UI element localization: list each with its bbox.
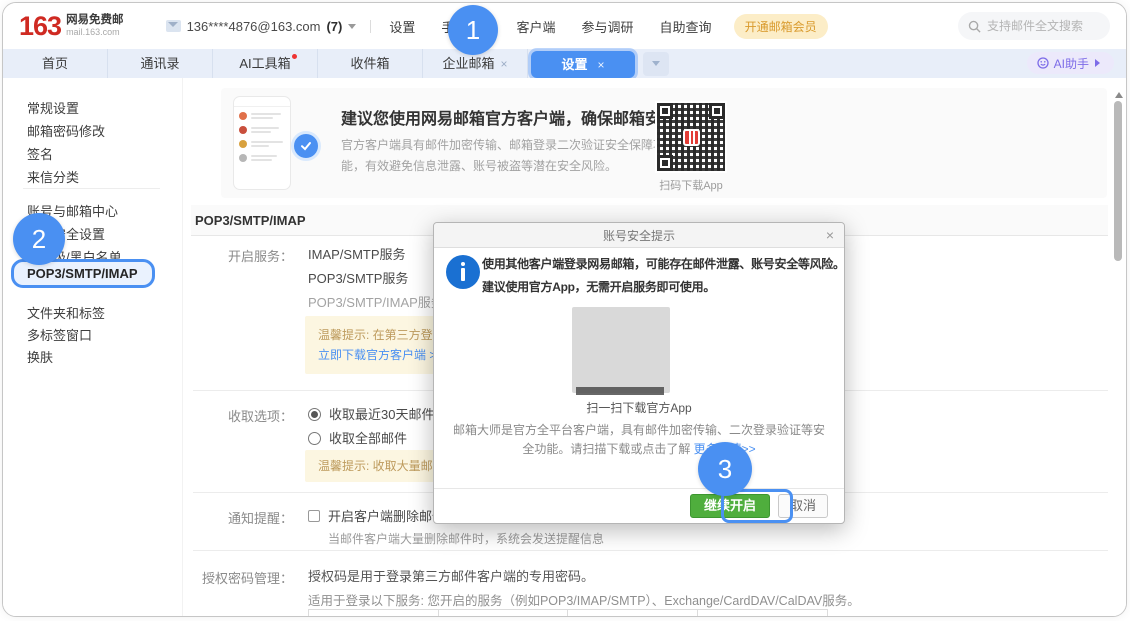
dialog-title: 账号安全提示 bbox=[603, 227, 675, 244]
qr-image-placeholder bbox=[572, 307, 670, 393]
screen: 163 网易免费邮 mail.163.com 136****4876@163.c… bbox=[0, 0, 1130, 621]
unread-count: (7) bbox=[326, 19, 342, 34]
smiley-icon bbox=[1037, 57, 1049, 69]
qr-caption: 扫码下载App bbox=[635, 177, 747, 193]
dialog-close-icon[interactable]: × bbox=[826, 227, 834, 243]
scrollbar[interactable] bbox=[1112, 88, 1125, 612]
close-icon[interactable]: × bbox=[598, 58, 605, 72]
info-icon bbox=[446, 255, 480, 289]
chevron-down-icon bbox=[348, 24, 356, 33]
tab-settings-active[interactable]: 设置× bbox=[531, 51, 635, 78]
dialog-message: 使用其他客户端登录网易邮箱，可能存在邮件泄露、账号安全等风险。 建议使用官方Ap… bbox=[482, 253, 845, 299]
scroll-up-icon[interactable] bbox=[1115, 88, 1123, 98]
download-qr-code bbox=[655, 101, 727, 173]
sidebar-item-mail-classify[interactable]: 来信分类 bbox=[27, 167, 79, 186]
banner-desc: 官方客户端具有邮件加密传输、邮箱登录二次验证安全保障功 能，有效避免信息泄露、账… bbox=[341, 135, 665, 177]
ai-assistant-label: AI助手 bbox=[1054, 55, 1089, 72]
menu-item-self-service[interactable]: 自助查询 bbox=[660, 17, 712, 36]
auth-desc-line1: 授权码是用于登录第三方邮件客户端的专用密码。 bbox=[308, 566, 594, 585]
tab-contacts[interactable]: 通讯录 bbox=[108, 49, 213, 78]
mail-icon bbox=[166, 20, 181, 32]
radio-selected-icon[interactable] bbox=[308, 408, 321, 421]
phone-mockup bbox=[233, 96, 291, 190]
sidebar-item-password[interactable]: 邮箱密码修改 bbox=[27, 121, 105, 140]
fetch-option-30days[interactable]: 收取最近30天邮件 bbox=[329, 407, 434, 422]
checkbox-icon[interactable] bbox=[308, 510, 320, 522]
cancel-button[interactable]: 取消 bbox=[778, 494, 828, 518]
brand-logo[interactable]: 163 网易免费邮 mail.163.com bbox=[19, 11, 124, 41]
banner-title: 建议您使用网易邮箱官方客户端，确保邮箱安全 bbox=[341, 105, 677, 129]
logo-name: 网易免费邮 bbox=[66, 13, 124, 27]
sidebar-item-signature[interactable]: 签名 bbox=[27, 144, 53, 163]
notify-row-label: 通知提醒： bbox=[193, 508, 293, 527]
menu-item-client[interactable]: 客户端 bbox=[517, 17, 556, 36]
vip-badge[interactable]: 开通邮箱会员 bbox=[734, 14, 828, 39]
sidebar-item-general[interactable]: 常规设置 bbox=[27, 98, 79, 117]
tabbar: 首页 通讯录 AI工具箱 收件箱 企业邮箱× 设置× AI助手 bbox=[3, 49, 1126, 78]
image-alt-smudge bbox=[576, 387, 664, 395]
sidebar-item-skin[interactable]: 换肤 bbox=[27, 347, 53, 366]
sidebar-item-folders-tags[interactable]: 文件夹和标签 bbox=[27, 303, 105, 322]
tab-home[interactable]: 首页 bbox=[3, 49, 108, 78]
topbar-divider bbox=[370, 20, 371, 33]
fetch-row-label: 收取选项： bbox=[193, 406, 293, 425]
service-row-label: 开启服务： bbox=[193, 246, 293, 265]
annotation-step-2: 2 bbox=[13, 213, 65, 265]
settings-sidebar: 常规设置 邮箱密码修改 签名 来信分类 账号与邮箱中心 邮箱安全设置 反垃圾/黑… bbox=[3, 78, 183, 616]
mail-master-logo bbox=[683, 129, 700, 146]
notify-note: 当邮件客户端大量删除邮件时，系统会发送提醒信息 bbox=[328, 530, 604, 547]
menu-item-survey[interactable]: 参与调研 bbox=[582, 17, 634, 36]
official-client-banner: 建议您使用网易邮箱官方客户端，确保邮箱安全 官方客户端具有邮件加密传输、邮箱登录… bbox=[221, 88, 1107, 198]
sidebar-divider bbox=[23, 188, 160, 189]
annotation-step-3: 3 bbox=[698, 442, 752, 496]
dialog-qr-caption: 扫一扫下载官方App bbox=[434, 399, 844, 416]
dialog-desc: 邮箱大师是官方全平台客户端，具有邮件加密传输、二次登录验证等安 全功能。请扫描下… bbox=[434, 421, 844, 459]
service-pop3-smtp: POP3/SMTP服务 bbox=[308, 268, 408, 287]
dialog-footer: 继续开启 取消 bbox=[434, 488, 844, 523]
topbar: 163 网易免费邮 mail.163.com 136****4876@163.c… bbox=[3, 3, 1126, 49]
menu-item-settings[interactable]: 设置 bbox=[389, 17, 415, 36]
continue-enable-button[interactable]: 继续开启 bbox=[690, 494, 770, 518]
sidebar-item-multitab[interactable]: 多标签窗口 bbox=[27, 325, 92, 344]
tab-ai-toolbox[interactable]: AI工具箱 bbox=[213, 49, 318, 78]
annotation-step-1: 1 bbox=[448, 5, 498, 55]
service-imap-smtp: IMAP/SMTP服务 bbox=[308, 244, 406, 263]
auth-desc-line2: 适用于登录以下服务: 您开启的服务（例如POP3/IMAP/SMTP）、Exch… bbox=[308, 590, 860, 609]
auth-row-label: 授权密码管理： bbox=[193, 568, 293, 587]
shield-check-icon bbox=[291, 131, 321, 161]
topbar-menu: 设置 手机App 客户端 参与调研 自助查询 bbox=[389, 17, 711, 36]
notification-dot bbox=[292, 54, 297, 59]
search-icon bbox=[968, 20, 981, 33]
account-switcher[interactable]: 136****4876@163.com (7) bbox=[166, 19, 357, 34]
logo-domain: mail.163.com bbox=[66, 27, 124, 38]
radio-unselected-icon[interactable] bbox=[308, 432, 321, 445]
search-input[interactable] bbox=[987, 19, 1097, 33]
tab-inbox[interactable]: 收件箱 bbox=[318, 49, 423, 78]
chevron-down-icon bbox=[652, 61, 660, 70]
ai-assistant-button[interactable]: AI助手 bbox=[1027, 52, 1114, 74]
close-icon[interactable]: × bbox=[501, 57, 508, 71]
scrollbar-thumb[interactable] bbox=[1114, 101, 1122, 261]
fetch-option-all[interactable]: 收取全部邮件 bbox=[329, 431, 407, 446]
logo-number: 163 bbox=[19, 11, 61, 41]
app-window: 163 网易免费邮 mail.163.com 136****4876@163.c… bbox=[2, 2, 1127, 617]
arrow-right-icon bbox=[1095, 59, 1104, 67]
notify-checkbox-label[interactable]: 开启客户端删除邮件 bbox=[328, 509, 445, 524]
search-box[interactable] bbox=[958, 12, 1110, 40]
divider bbox=[193, 550, 1108, 551]
tab-list-dropdown[interactable] bbox=[643, 52, 669, 76]
service-pop3-smtp-imap: POP3/SMTP/IMAP服务 bbox=[308, 292, 444, 311]
account-email: 136****4876@163.com bbox=[187, 19, 321, 34]
security-dialog: 账号安全提示 × 使用其他客户端登录网易邮箱，可能存在邮件泄露、账号安全等风险。… bbox=[433, 222, 845, 524]
dialog-header: 账号安全提示 × bbox=[434, 223, 844, 248]
auth-code-table bbox=[308, 609, 828, 617]
